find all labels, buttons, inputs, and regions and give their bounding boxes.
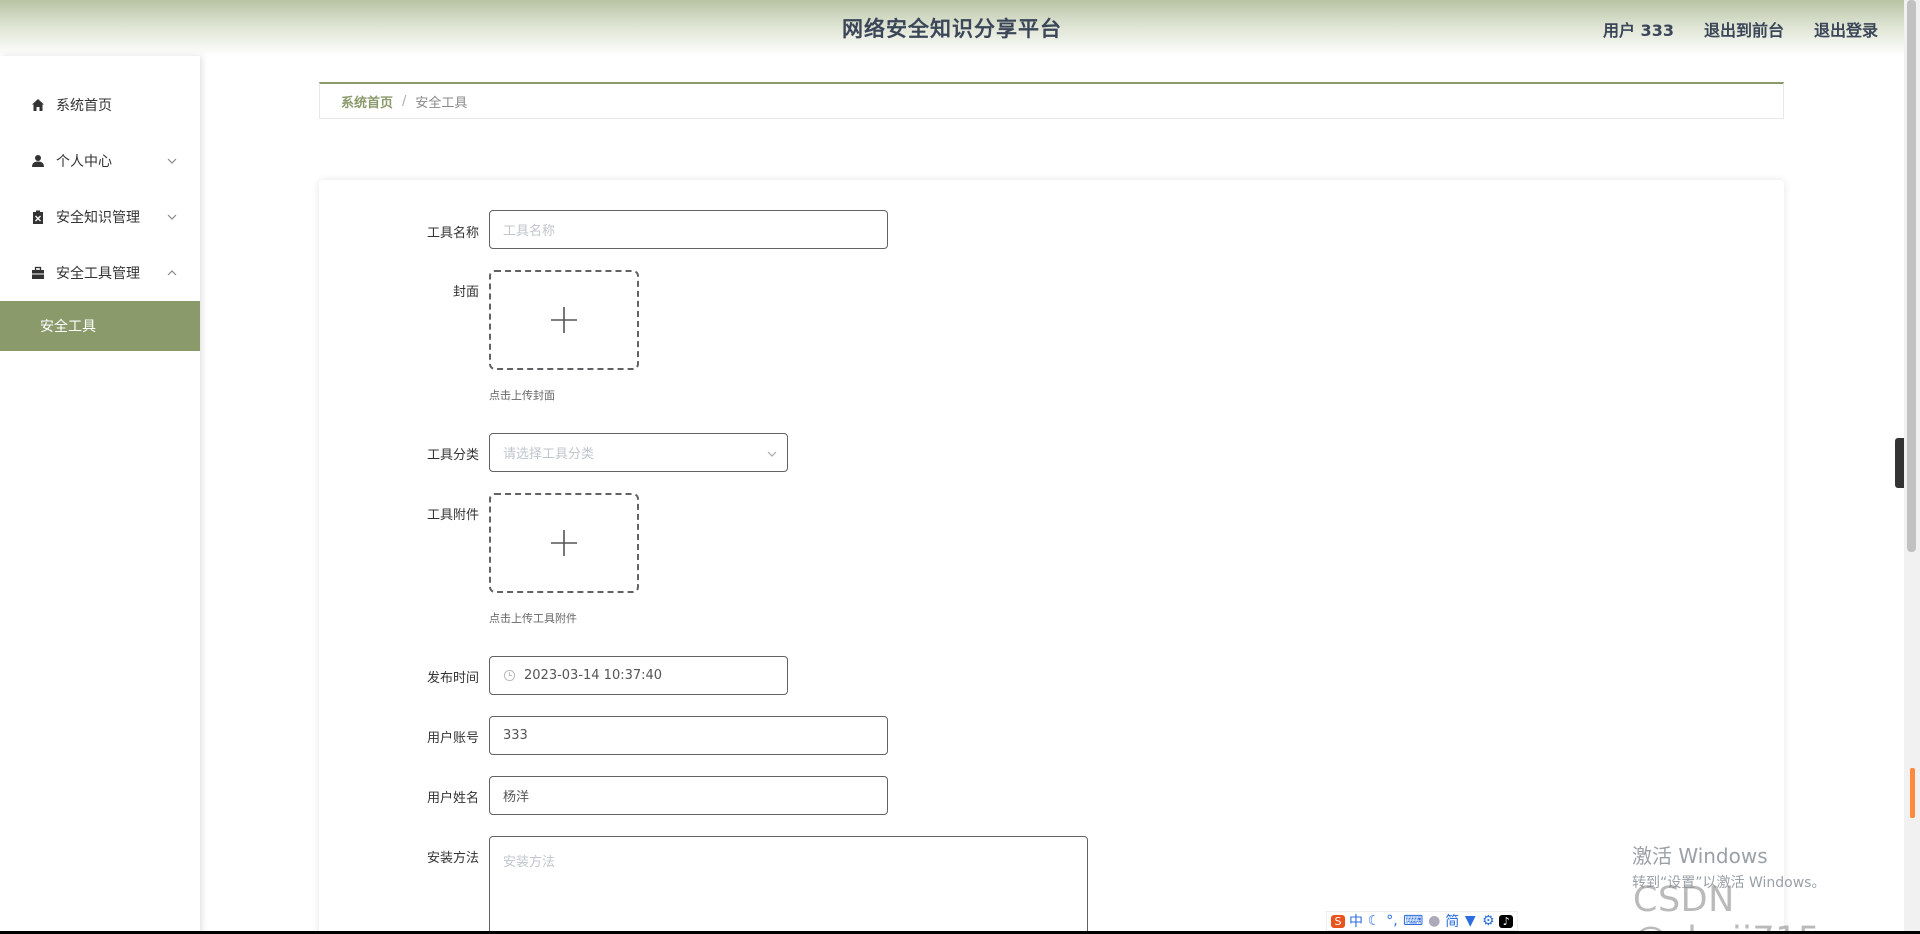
activation-title: 激活 Windows bbox=[1632, 844, 1768, 868]
cover-hint: 点击上传封面 bbox=[489, 389, 555, 402]
sidebar-item-knowledge[interactable]: 安全知识管理 bbox=[0, 189, 200, 245]
ime-toolbar: S 中 ☾ °, ⌨ ● 简 ▼ ⚙ ♪ bbox=[1326, 911, 1519, 931]
category-label: 工具分类 bbox=[426, 448, 479, 463]
attachment-hint: 点击上传工具附件 bbox=[489, 612, 577, 625]
scrollbar-thumb[interactable] bbox=[1907, 0, 1916, 552]
scroll-marker bbox=[1910, 768, 1915, 818]
chevron-down-icon bbox=[167, 158, 177, 164]
breadcrumb: 系统首页 / 安全工具 bbox=[319, 82, 1784, 119]
ime-simplified-toggle[interactable]: 简 bbox=[1445, 911, 1459, 931]
publish-time-value: 2023-03-14 10:37:40 bbox=[524, 668, 663, 683]
user-name-input[interactable]: 杨洋 bbox=[489, 776, 888, 815]
breadcrumb-separator: / bbox=[402, 93, 407, 109]
sidebar-item-personal[interactable]: 个人中心 bbox=[0, 133, 200, 189]
attachment-label: 工具附件 bbox=[426, 508, 479, 523]
sidebar: 系统首页 个人中心 安全知识管理 安全工具管理 安全工具 bbox=[0, 56, 200, 934]
sidebar-item-label: 安全知识管理 bbox=[56, 210, 140, 226]
logout-link[interactable]: 退出登录 bbox=[1814, 17, 1878, 41]
tiktok-icon[interactable]: ♪ bbox=[1499, 914, 1514, 928]
user-account-label: 用户账号 bbox=[426, 731, 479, 746]
sidebar-item-home[interactable]: 系统首页 bbox=[0, 77, 200, 133]
home-icon bbox=[30, 97, 46, 113]
publish-time-label: 发布时间 bbox=[426, 671, 479, 686]
plus-icon bbox=[551, 307, 577, 333]
ime-logo-icon[interactable]: S bbox=[1331, 914, 1345, 928]
breadcrumb-current: 安全工具 bbox=[415, 95, 468, 111]
plus-icon bbox=[551, 530, 577, 556]
user-icon[interactable]: ● bbox=[1427, 913, 1441, 929]
clock-icon bbox=[503, 669, 516, 682]
keyboard-icon[interactable]: ⌨ bbox=[1403, 913, 1423, 929]
tool-name-input[interactable]: 工具名称 bbox=[489, 210, 888, 249]
breadcrumb-home[interactable]: 系统首页 bbox=[341, 92, 393, 111]
attachment-upload[interactable] bbox=[489, 493, 639, 593]
sidebar-item-label: 系统首页 bbox=[56, 98, 112, 114]
user-link[interactable]: 用户 333 bbox=[1603, 17, 1674, 41]
user-icon bbox=[30, 153, 46, 169]
gear-icon[interactable]: ⚙ bbox=[1481, 913, 1495, 929]
user-name-label: 用户姓名 bbox=[426, 791, 479, 806]
cover-upload[interactable] bbox=[489, 270, 639, 370]
top-header: 网络安全知识分享平台 用户 333 退出到前台 退出登录 bbox=[0, 0, 1904, 56]
user-account-value: 333 bbox=[503, 728, 528, 743]
moon-icon[interactable]: ☾ bbox=[1367, 913, 1381, 929]
briefcase-icon bbox=[30, 265, 46, 281]
punctuation-icon[interactable]: °, bbox=[1385, 913, 1399, 929]
ime-lang-toggle[interactable]: 中 bbox=[1349, 911, 1363, 931]
chevron-down-icon bbox=[167, 214, 177, 220]
form-card: 工具名称 工具名称 封面 点击上传封面 工具分类 请选择工具分类 工具附件 点击… bbox=[319, 180, 1784, 934]
header-nav: 用户 333 退出到前台 退出登录 bbox=[1603, 17, 1878, 41]
sidebar-subitem-tools[interactable]: 安全工具 bbox=[0, 301, 200, 351]
exit-front-link[interactable]: 退出到前台 bbox=[1704, 17, 1784, 41]
install-label: 安装方法 bbox=[426, 851, 479, 866]
install-textarea[interactable]: 安装方法 bbox=[489, 836, 1088, 934]
tool-name-placeholder: 工具名称 bbox=[503, 224, 556, 239]
install-placeholder: 安装方法 bbox=[503, 855, 556, 870]
category-select[interactable]: 请选择工具分类 bbox=[489, 433, 788, 472]
tool-name-label: 工具名称 bbox=[426, 226, 479, 241]
shirt-icon[interactable]: ▼ bbox=[1463, 913, 1477, 929]
clipboard-icon bbox=[30, 209, 46, 225]
chevron-down-icon bbox=[767, 451, 777, 457]
csdn-watermark: CSDN @sheji715 bbox=[1633, 880, 1820, 934]
user-account-input[interactable]: 333 bbox=[489, 716, 888, 755]
cover-label: 封面 bbox=[452, 285, 479, 300]
sidebar-item-tools[interactable]: 安全工具管理 bbox=[0, 245, 200, 301]
category-placeholder: 请选择工具分类 bbox=[503, 447, 595, 462]
sidebar-item-label: 安全工具管理 bbox=[56, 266, 140, 282]
chevron-up-icon bbox=[167, 270, 177, 276]
publish-time-picker[interactable]: 2023-03-14 10:37:40 bbox=[489, 656, 788, 695]
sidebar-item-label: 个人中心 bbox=[56, 154, 112, 170]
user-name-value: 杨洋 bbox=[503, 790, 530, 805]
